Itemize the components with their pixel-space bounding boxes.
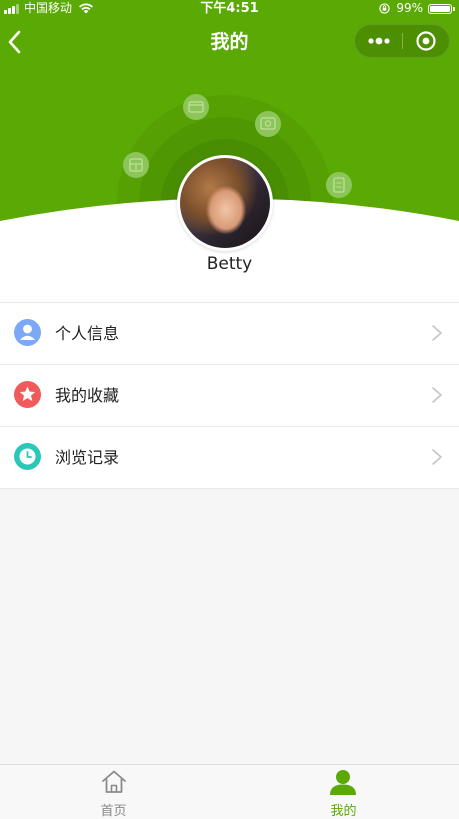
username: Betty [206, 254, 253, 274]
status-right: 99% [379, 0, 455, 17]
nav-bar: 我的 [0, 17, 459, 68]
menu-item-history[interactable]: 浏览记录 [0, 427, 459, 489]
menu-item-personal-info[interactable]: 个人信息 [0, 303, 459, 365]
menu-item-favorites[interactable]: 我的收藏 [0, 365, 459, 427]
tab-label: 首页 [100, 804, 127, 819]
menu-list: 个人信息 我的收藏 浏览记录 [0, 302, 459, 489]
status-bar: 中国移动 下午4:51 99% [0, 0, 459, 17]
home-icon [102, 770, 126, 793]
more-dots-icon[interactable] [355, 25, 402, 57]
orbit-icon-grid [123, 152, 149, 178]
avatar-photo [180, 158, 270, 248]
target-circle-icon[interactable] [402, 25, 449, 57]
avatar[interactable] [177, 155, 273, 251]
chevron-right-icon [432, 325, 442, 341]
chevron-right-icon [432, 449, 442, 465]
tab-mine[interactable]: 我的 [229, 765, 458, 819]
orbit-icon-photo [255, 111, 281, 137]
profile-screen: 中国移动 下午4:51 99% 我的 Betty 个人信息 我的收藏 浏览记录 … [0, 0, 459, 819]
tab-bar: 首页 我的 [0, 764, 459, 819]
chevron-right-icon [432, 387, 442, 403]
mini-program-capsule [354, 24, 450, 58]
battery-icon [428, 3, 455, 14]
person-icon [14, 319, 41, 346]
star-icon [14, 381, 41, 408]
menu-item-label: 个人信息 [55, 324, 120, 343]
tab-home[interactable]: 首页 [0, 765, 229, 819]
tab-label: 我的 [330, 804, 357, 819]
orbit-icon-doc [326, 172, 352, 198]
menu-item-label: 我的收藏 [55, 386, 120, 405]
battery-percent: 99% [396, 1, 423, 15]
person-icon [330, 770, 356, 795]
clock-icon [14, 443, 41, 470]
rotation-lock-icon [379, 3, 391, 14]
menu-item-label: 浏览记录 [55, 448, 120, 467]
orbit-icon-shop [183, 94, 209, 120]
